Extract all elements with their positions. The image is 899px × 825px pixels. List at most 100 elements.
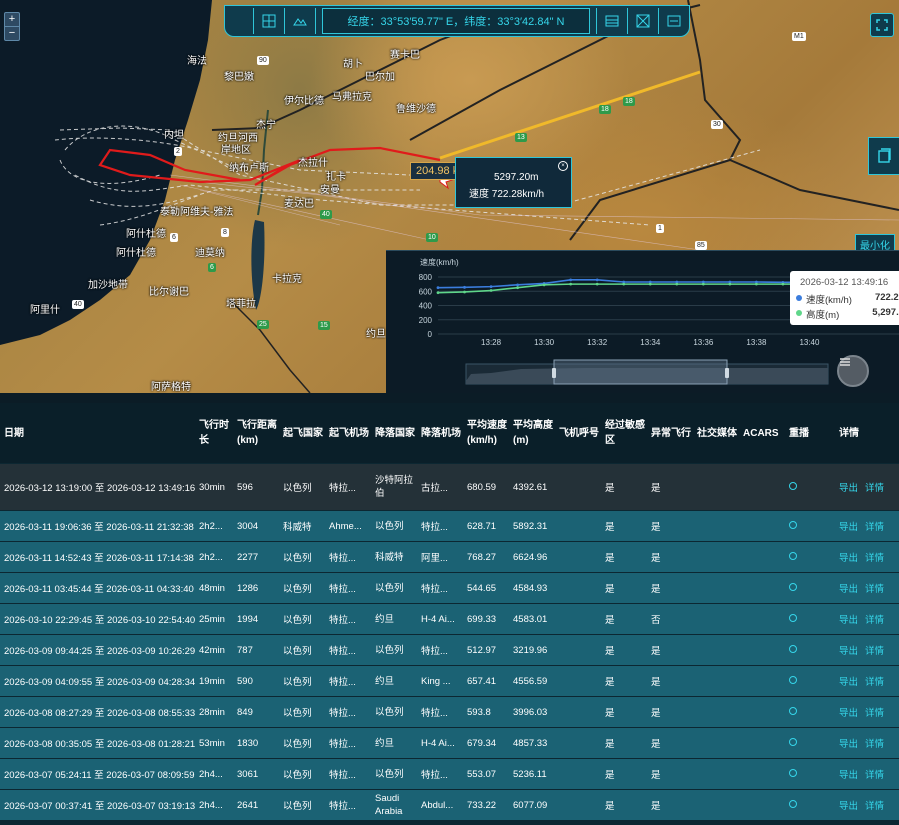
replay-icon[interactable] [789, 799, 797, 808]
place-label: 纳布卢斯 [229, 163, 269, 174]
table-row[interactable]: 2026-03-10 22:29:45 至 2026-03-10 22:54:4… [0, 603, 899, 635]
cell-call [555, 789, 601, 820]
data-point [489, 285, 493, 289]
table-row[interactable]: 2026-03-09 09:44:25 至 2026-03-09 10:26:2… [0, 634, 899, 666]
detail-link[interactable]: 详情 [865, 553, 884, 564]
export-link[interactable]: 导出 [839, 646, 858, 657]
replay-icon[interactable] [789, 520, 797, 529]
export-link[interactable]: 导出 [839, 739, 858, 750]
cell-dur: 53min [195, 727, 233, 759]
export-link[interactable]: 导出 [839, 483, 858, 494]
detail-link[interactable]: 详情 [865, 615, 884, 626]
zoom-out-button[interactable]: − [5, 26, 19, 40]
replay-icon[interactable] [789, 613, 797, 622]
cell-arr_a: 特拉... [417, 510, 463, 542]
zoom-in-button[interactable]: + [5, 13, 19, 26]
table-row[interactable]: 2026-03-11 14:52:43 至 2026-03-11 17:14:3… [0, 541, 899, 573]
fullscreen-icon[interactable] [870, 13, 894, 37]
table-row[interactable]: 2026-03-09 04:09:55 至 2026-03-09 04:28:3… [0, 665, 899, 697]
map-view[interactable]: 海法 黎巴嫩 内坦 杰宁 约旦河西 岸地区 纳布卢斯 伊尔比德 马弗拉克 杰拉什… [0, 0, 899, 393]
cell-sens: 是 [601, 696, 647, 728]
place-label: 迪莫纳 [195, 248, 225, 259]
detail-link[interactable]: 详情 [865, 708, 884, 719]
replay-icon[interactable] [789, 768, 797, 777]
replay-icon[interactable] [789, 551, 797, 560]
popup-close-icon[interactable]: × [558, 161, 568, 171]
cell-dist: 1994 [233, 603, 279, 635]
road-badge: 18 [599, 105, 611, 114]
export-link[interactable]: 导出 [839, 522, 858, 533]
detail-link[interactable]: 详情 [865, 739, 884, 750]
place-label: 阿萨格特 [151, 382, 191, 393]
detail-link[interactable]: 详情 [865, 677, 884, 688]
export-link[interactable]: 导出 [839, 584, 858, 595]
legend-dot [796, 295, 802, 301]
data-point [781, 282, 785, 286]
cell-abn: 是 [647, 665, 693, 697]
replay-icon[interactable] [789, 706, 797, 715]
terrain-icon[interactable] [285, 8, 316, 34]
detail-link[interactable]: 详情 [865, 770, 884, 781]
cell-alt: 3996.03 [509, 696, 555, 728]
cell-call [555, 727, 601, 759]
list-icon[interactable] [659, 8, 689, 34]
table-row[interactable]: 2026-03-08 08:27:29 至 2026-03-08 08:55:3… [0, 696, 899, 728]
cell-soc [693, 727, 739, 759]
play-button[interactable] [837, 355, 869, 387]
measure-icon[interactable] [628, 8, 659, 34]
flight-history-table: 日期 飞行时长 飞行距离(km) 起飞国家 起飞机场 降落国家 降落机场 平均速度(km/h)… [0, 403, 899, 825]
cell-call [555, 510, 601, 542]
table-row[interactable]: 2026-03-12 13:19:00 至 2026-03-12 13:49:1… [0, 463, 899, 511]
popup-speed: 速度 722.28km/h [469, 189, 545, 200]
zoom-control: + − [4, 12, 20, 41]
detail-link[interactable]: 详情 [865, 584, 884, 595]
detail-link[interactable]: 详情 [865, 801, 884, 812]
cell-acars [739, 463, 785, 511]
table-row[interactable]: 2026-03-07 05:24:11 至 2026-03-07 08:09:5… [0, 758, 899, 790]
cell-arr_c: 以色列 [371, 572, 417, 604]
cell-dur: 42min [195, 634, 233, 666]
panel-toggle-icon[interactable] [868, 137, 899, 175]
y-tick-label: 400 [419, 302, 433, 311]
replay-icon[interactable] [789, 582, 797, 591]
cell-arr_c: 约旦 [371, 727, 417, 759]
export-link[interactable]: 导出 [839, 770, 858, 781]
detail-link[interactable]: 详情 [865, 646, 884, 657]
road-badge: 30 [711, 120, 723, 129]
cell-soc [693, 463, 739, 511]
column-header: 平均速度(km/h) [463, 403, 509, 464]
replay-icon[interactable] [789, 481, 797, 490]
export-link[interactable]: 导出 [839, 708, 858, 719]
cell-date: 2026-03-11 19:06:36 至 2026-03-11 21:32:3… [0, 510, 195, 542]
cell-arr_c: 以色列 [371, 634, 417, 666]
export-link[interactable]: 导出 [839, 801, 858, 812]
detail-link[interactable]: 详情 [865, 483, 884, 494]
table-row[interactable]: 2026-03-08 00:35:05 至 2026-03-08 01:28:2… [0, 727, 899, 759]
grid-icon[interactable] [254, 8, 285, 34]
replay-icon[interactable] [789, 675, 797, 684]
detail-link[interactable]: 详情 [865, 522, 884, 533]
data-point [701, 282, 705, 286]
export-link[interactable]: 导出 [839, 615, 858, 626]
cell-dist: 596 [233, 463, 279, 511]
cell-dep_c: 以色列 [279, 634, 325, 666]
cell-dep_c: 以色列 [279, 572, 325, 604]
layers-icon[interactable] [596, 8, 628, 34]
cell-dep_a: 特拉... [325, 727, 371, 759]
cell-arr_a: 特拉... [417, 758, 463, 790]
table-row[interactable]: 2026-03-07 00:37:41 至 2026-03-07 03:19:1… [0, 789, 899, 820]
y-tick-label: 200 [419, 316, 433, 325]
column-header: 降落国家 [371, 403, 417, 464]
table-row[interactable]: 2026-03-11 19:06:36 至 2026-03-11 21:32:3… [0, 510, 899, 542]
tooltip-speed-value: 722.28 [874, 292, 899, 303]
y-tick-label: 600 [419, 287, 433, 296]
column-header: 日期 [0, 403, 195, 464]
export-link[interactable]: 导出 [839, 677, 858, 688]
cell-alt: 3219.96 [509, 634, 555, 666]
table-row[interactable]: 2026-03-11 03:45:44 至 2026-03-11 04:33:4… [0, 572, 899, 604]
replay-icon[interactable] [789, 737, 797, 746]
cell-dist: 3061 [233, 758, 279, 790]
replay-icon[interactable] [789, 644, 797, 653]
cell-abn: 否 [647, 603, 693, 635]
export-link[interactable]: 导出 [839, 553, 858, 564]
